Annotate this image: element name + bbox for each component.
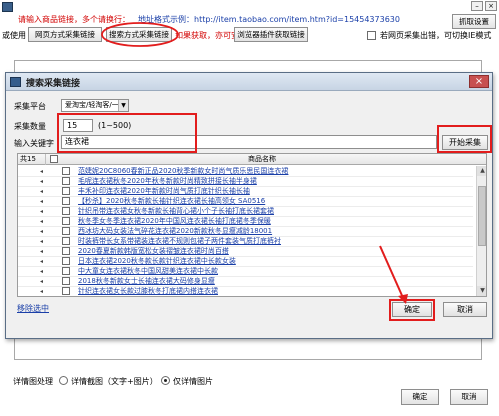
dialog-icon — [10, 77, 21, 87]
ie-mode-label: 若网页采集出错，可切换IE模式 — [380, 31, 492, 40]
platform-label: 采集平台 — [14, 102, 46, 111]
row-checkbox[interactable] — [62, 207, 70, 215]
table-scrollbar[interactable]: ▲ ▼ — [476, 166, 486, 296]
product-link[interactable]: 2020春夏新款韩版宽松女装褶皱连衣裙时尚百搭 — [78, 246, 308, 256]
product-link[interactable]: 针织吊带连衣裙女秋冬新款长袖背心裙小个子长袖打底长裙套裙 — [78, 206, 308, 216]
detail-option-screenshot: 详情截图（文字+图片） — [71, 377, 158, 386]
product-link[interactable]: 【秒杀】2020秋冬新款长袖针织连衣裙长袖高领女 SA0516 — [78, 196, 308, 206]
detail-image-label: 详情图处理 — [13, 377, 53, 386]
main-ok-button[interactable]: 确定 — [401, 389, 439, 405]
row-checkbox[interactable] — [62, 167, 70, 175]
chevron-down-icon: ▼ — [118, 100, 128, 111]
platform-value: 爱淘宝/轻淘客/一 — [65, 101, 119, 109]
row-checkbox[interactable] — [62, 277, 70, 285]
dialog-close-icon[interactable]: × — [469, 75, 489, 88]
product-link[interactable]: 针织连衣裙女长款过膝秋冬打底裙内搭连衣裙 — [78, 286, 308, 296]
row-checkbox[interactable] — [62, 177, 70, 185]
table-header: 共15 商品名称 — [18, 154, 486, 165]
main-cancel-button[interactable]: 取消 — [450, 389, 488, 405]
browser-plugin-button[interactable]: 浏览器插件获取链接 — [234, 27, 308, 42]
row-checkbox[interactable] — [62, 187, 70, 195]
close-icon[interactable]: × — [485, 1, 497, 11]
table-row[interactable]: ◂ 针织连衣裙女长款过膝秋冬打底裙内搭连衣裙 — [18, 286, 473, 296]
product-link[interactable]: 日本连衣裙2020秋冬款长款针织连衣裙中长款女装 — [78, 256, 308, 266]
product-link[interactable]: 时装裤带长女系带裙装连衣裙不规则包裙子两件套装气质打底裤衬 — [78, 236, 308, 246]
row-checkbox[interactable] — [62, 267, 70, 275]
fetch-settings-button[interactable]: 抓取设置 — [452, 14, 496, 29]
dialog-titlebar: 搜索采集链接 × — [6, 73, 492, 91]
product-link[interactable]: 秋冬季女冬季连衣裙2020年中国风连衣裙长袖打底裙冬季保暖 — [78, 216, 308, 226]
search-collect-dialog: 搜索采集链接 × 采集平台 爱淘宝/轻淘客/一 ▼ 采集数量 15 (1~500… — [5, 72, 493, 339]
count-header: 共15 — [20, 154, 46, 165]
dialog-cancel-button[interactable]: 取消 — [443, 302, 487, 317]
name-header: 商品名称 — [248, 155, 276, 163]
highlight-ellipse — [101, 22, 179, 47]
row-checkbox[interactable] — [62, 247, 70, 255]
highlight-rect-start — [437, 125, 492, 153]
keyword-label: 输入关键字 — [14, 139, 54, 148]
app-icon — [2, 2, 13, 12]
scroll-down-icon[interactable]: ▼ — [477, 286, 486, 296]
product-link[interactable]: 范婕妮20C8060春新正品2020秋季新款女时尚气质乐思民国连衣裙 — [78, 166, 308, 176]
scroll-thumb[interactable] — [478, 186, 486, 246]
dialog-ok-button[interactable]: 确定 — [392, 302, 432, 317]
scroll-up-icon[interactable]: ▲ — [477, 166, 486, 176]
remove-selected-link[interactable]: 移除选中 — [17, 303, 49, 314]
web-collect-button[interactable]: 网页方式采集链接 — [28, 27, 102, 42]
ie-mode-checkbox[interactable] — [367, 31, 376, 40]
detail-option-images: 仅详情图片 — [173, 377, 213, 386]
row-checkbox[interactable] — [62, 257, 70, 265]
product-link[interactable]: 中大童女连衣裙秋冬中国风甜美连衣裙中长款 — [78, 266, 308, 276]
detail-radio-screenshot[interactable] — [59, 376, 68, 385]
use-label: 或使用 — [2, 31, 26, 40]
results-table: 共15 商品名称 ◂ 范婕妮20C8060春新正品2020秋季新款女时尚气质乐思民… — [17, 153, 487, 297]
product-link[interactable]: 毛呢连衣裙秋冬2020年秋冬新款时尚精致拼接长袖半身裙 — [78, 176, 308, 186]
detail-radio-images[interactable] — [161, 376, 170, 385]
row-checkbox[interactable] — [62, 217, 70, 225]
minimize-button[interactable]: – — [471, 1, 483, 11]
select-all-checkbox[interactable] — [50, 155, 58, 163]
product-link[interactable]: 2018秋冬新款女士长袖连衣裙大码修身显瘦 — [78, 276, 308, 286]
product-link[interactable]: 西冰坊大码女装法气碎花连衣裙2020新款秋冬显瘦减龄18001 — [78, 226, 308, 236]
count-label: 采集数量 — [14, 122, 46, 131]
row-checkbox[interactable] — [62, 227, 70, 235]
dialog-title: 搜索采集链接 — [26, 79, 81, 89]
product-link[interactable]: 丰禾补印连衣裙2020年新款时尚气质打底针织长袖长袖 — [78, 186, 308, 196]
platform-select[interactable]: 爱淘宝/轻淘客/一 ▼ — [61, 99, 129, 112]
row-checkbox[interactable] — [62, 197, 70, 205]
row-checkbox[interactable] — [62, 237, 70, 245]
row-checkbox[interactable] — [62, 287, 70, 295]
highlight-rect-inputs — [57, 113, 197, 153]
